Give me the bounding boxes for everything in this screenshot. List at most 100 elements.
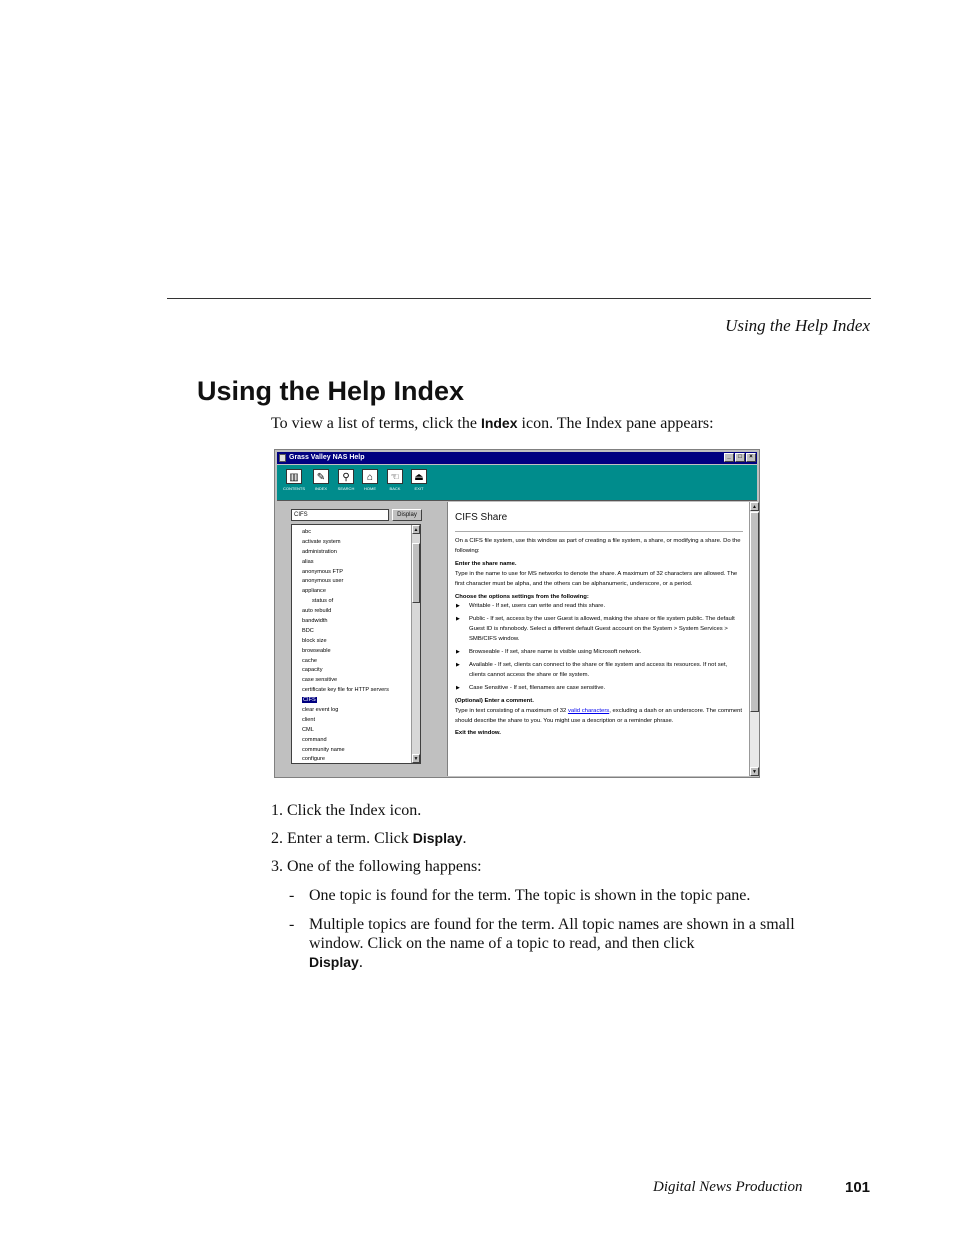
valid-characters-link[interactable]: valid characters	[568, 708, 609, 714]
index-term-item[interactable]: clear event log	[302, 706, 410, 716]
topic-pane-scrollbar[interactable]: ▲ ▼	[749, 502, 759, 776]
substep-item: - Multiple topics are found for the term.…	[289, 915, 799, 972]
step-number: 3.	[271, 858, 283, 875]
index-term-item[interactable]: case sensitive	[302, 676, 410, 686]
substep-text: One topic is found for the term. The top…	[309, 887, 751, 904]
index-term-text: case sensitive	[302, 677, 338, 684]
index-term-item[interactable]: cache	[302, 657, 410, 667]
toolbar-back-button[interactable]: ☜ BACK	[382, 469, 408, 491]
substep-dash: -	[289, 887, 295, 904]
step-number: 2.	[271, 830, 283, 847]
close-button[interactable]: ×	[746, 453, 756, 462]
index-term-text: CIFS	[302, 697, 317, 704]
index-term-item[interactable]: capacity	[302, 666, 410, 676]
search-icon: ⚲	[338, 469, 354, 484]
index-term-text: command	[302, 736, 327, 743]
index-term-item[interactable]: client	[302, 716, 410, 726]
index-term-item[interactable]: bandwidth	[302, 617, 410, 627]
index-term-items: abc activate system administration alias ano…	[302, 528, 410, 763]
index-term-item[interactable]: BDC	[302, 627, 410, 637]
step-number: 1.	[271, 802, 283, 819]
index-term-list[interactable]: abc activate system administration alias ano…	[291, 524, 421, 764]
topic-comment-text: Type in text consisting of a maximum of …	[455, 707, 745, 727]
index-term-text: abc	[302, 529, 312, 535]
index-term-item[interactable]: certificate key file for HTTP servers	[302, 686, 410, 696]
index-term-text: administration	[302, 548, 337, 555]
maximize-button[interactable]: □	[735, 453, 745, 462]
intro-text-after: icon. The Index pane appears:	[517, 415, 714, 432]
toolbar-search-button[interactable]: ⚲ SEARCH	[333, 469, 359, 491]
index-term-item[interactable]: administration	[302, 548, 410, 558]
topic-scroll-down-arrow-icon[interactable]: ▼	[750, 767, 759, 776]
index-term-item[interactable]: browseable	[302, 647, 410, 657]
index-term-item[interactable]: CML	[302, 726, 410, 736]
help-app-icon	[279, 454, 286, 462]
step-ui-term: Display	[412, 830, 463, 846]
index-term-text: certificate key file for HTTP servers	[302, 687, 389, 694]
index-term-text: capacity	[302, 667, 323, 674]
index-term-item[interactable]: configure	[302, 755, 410, 763]
index-term-item[interactable]: CIFS	[302, 696, 410, 706]
intro-paragraph: To view a list of terms, click the Index…	[271, 415, 714, 433]
substep-item: - One topic is found for the term. The to…	[289, 886, 799, 905]
scroll-down-arrow-icon[interactable]: ▼	[412, 754, 420, 763]
index-icon: ✎	[313, 469, 329, 484]
section-heading: Using the Help Index	[197, 376, 465, 406]
toolbar-home-button[interactable]: ⌂ HOME	[357, 469, 383, 491]
toolbar-exit-button[interactable]: ⏏ EXIT	[406, 469, 432, 491]
display-button[interactable]: Display	[392, 509, 422, 521]
substep-text: Multiple topics are found for the term. …	[309, 916, 795, 952]
step-text: Enter a term. Click	[287, 830, 413, 847]
index-term-text: CML	[302, 726, 314, 733]
topic-heading-options: Choose the options settings from the fol…	[455, 593, 589, 600]
index-term-text: BDC	[302, 627, 314, 634]
index-term-item[interactable]: status of	[302, 597, 410, 607]
toolbar-index-label: INDEX	[314, 486, 328, 491]
topic-scroll-up-arrow-icon[interactable]: ▲	[750, 502, 759, 511]
toolbar-search-label: SEARCH	[337, 486, 355, 491]
index-term-item[interactable]: community name	[302, 746, 410, 756]
index-term-text: anonymous user	[302, 578, 344, 585]
index-term-text: cache	[302, 657, 317, 664]
exit-icon: ⏏	[411, 469, 427, 484]
header-rule	[167, 298, 871, 299]
footer-book-title: Digital News Production	[653, 1179, 803, 1195]
topic-option-bullet: Writable - If set, users can write and r…	[455, 602, 745, 612]
topic-option-bullet: Public - If set, access by the user Gues…	[455, 615, 745, 645]
index-search-input[interactable]: CIFS	[291, 509, 389, 521]
toolbar-contents-button[interactable]: ▥ CONTENTS	[281, 469, 307, 491]
topic-scroll-thumb[interactable]	[750, 512, 759, 712]
index-term-item[interactable]: abc	[302, 528, 410, 538]
index-term-item[interactable]: block size	[302, 637, 410, 647]
toolbar-index-button[interactable]: ✎ INDEX	[308, 469, 334, 491]
index-term-item[interactable]: auto rebuild	[302, 607, 410, 617]
index-term-item[interactable]: command	[302, 736, 410, 746]
index-term-item[interactable]: alias	[302, 558, 410, 568]
index-list-scrollbar[interactable]: ▲ ▼	[411, 525, 420, 763]
index-term-item[interactable]: activate system	[302, 538, 410, 548]
substeps-list: - One topic is found for the term. The to…	[289, 886, 811, 972]
index-term-text: appliance	[302, 588, 326, 595]
minimize-button[interactable]: _	[724, 453, 734, 462]
contents-icon: ▥	[286, 469, 302, 484]
step-text: One of the following happens:	[287, 858, 482, 875]
index-term-text: community name	[302, 746, 345, 753]
topic-heading-share-name: Enter the share name.	[455, 560, 517, 567]
home-icon: ⌂	[362, 469, 378, 484]
index-list-scroll-thumb[interactable]	[412, 543, 420, 603]
substep-dash: -	[289, 916, 295, 933]
substep-text-after: .	[358, 954, 363, 971]
topic-option-bullet: Available - If set, clients can connect …	[455, 661, 745, 681]
index-term-text: auto rebuild	[302, 608, 332, 615]
topic-heading-comment: (Optional) Enter a comment.	[455, 697, 534, 704]
toolbar-home-label: HOME	[364, 486, 376, 491]
help-window-screenshot: Grass Valley NAS Help _ □ × ▥ CONTENTS ✎ I…	[274, 449, 760, 778]
procedure-step: 3. One of the following happens:	[271, 858, 811, 876]
index-pane: CIFS Display abc activate system administr…	[279, 503, 445, 775]
index-term-item[interactable]: anonymous user	[302, 577, 410, 587]
index-term-item[interactable]: anonymous FTP	[302, 568, 410, 578]
index-term-item[interactable]: appliance	[302, 587, 410, 597]
topic-heading-exit: Exit the window.	[455, 730, 501, 737]
intro-index-term: Index	[480, 415, 518, 431]
scroll-up-arrow-icon[interactable]: ▲	[412, 525, 420, 534]
